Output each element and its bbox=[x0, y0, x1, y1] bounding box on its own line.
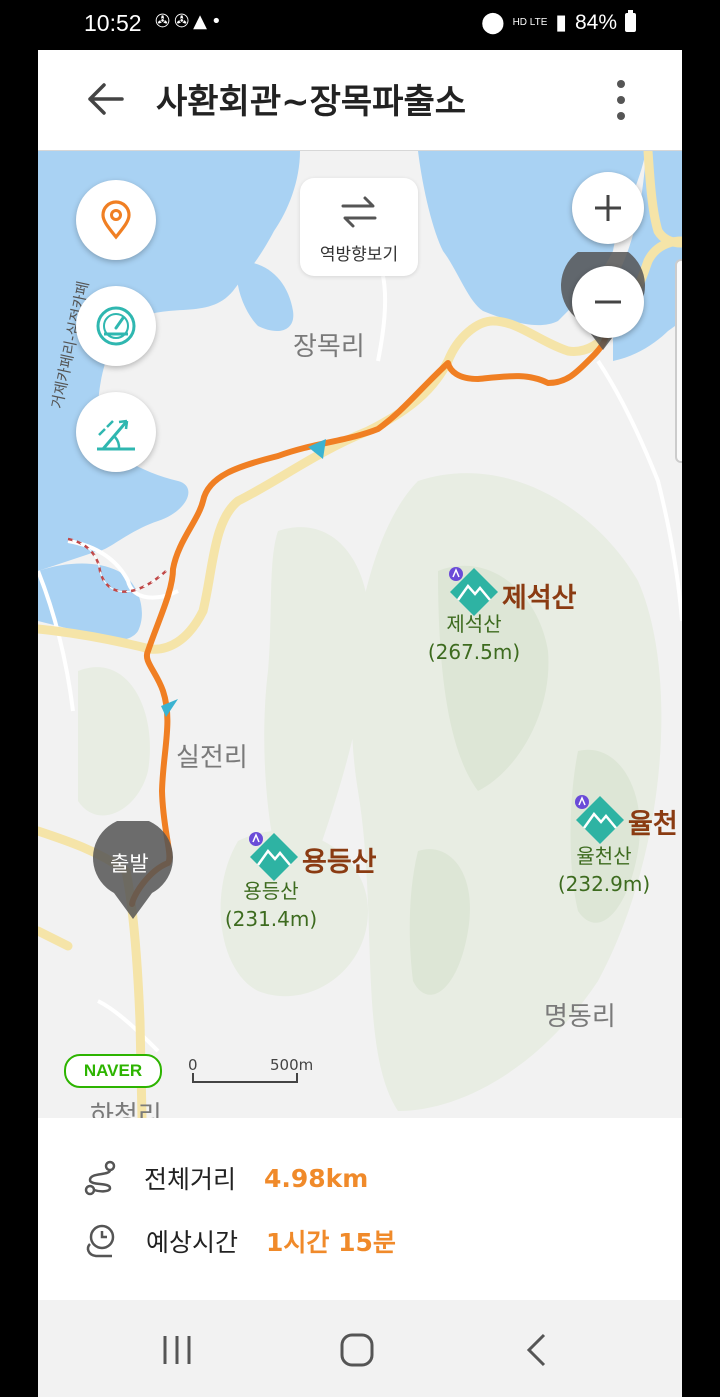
zoom-out-button[interactable] bbox=[572, 266, 644, 338]
peak-elevation: (232.9m) bbox=[557, 872, 651, 896]
signal-icon: ▮ bbox=[555, 11, 567, 34]
time-label: 예상시간 bbox=[146, 1228, 239, 1257]
my-location-button[interactable] bbox=[76, 180, 156, 260]
slope-icon bbox=[97, 419, 135, 451]
peak-sub: 용등산 (231.4m) bbox=[221, 877, 321, 933]
peak-elevation: (267.5m) bbox=[427, 640, 521, 664]
back-arrow-icon bbox=[88, 83, 124, 115]
place-hacheon: 하청리 bbox=[90, 1101, 162, 1118]
zoom-in-icon bbox=[595, 195, 621, 221]
location-pin-icon bbox=[101, 200, 131, 240]
place-myeongdong: 명동리 bbox=[544, 1002, 616, 1032]
battery-percent: 84% bbox=[574, 10, 617, 34]
slope-button[interactable] bbox=[76, 392, 156, 472]
back-nav-icon[interactable] bbox=[522, 1332, 550, 1368]
time-row: 예상시간 1시간 15분 bbox=[82, 1221, 396, 1261]
naver-logo: NAVER bbox=[64, 1054, 162, 1088]
mountain-icon bbox=[249, 832, 298, 881]
scale-bar bbox=[192, 1073, 298, 1083]
header: 사환회관~장목파출소 bbox=[38, 50, 682, 151]
distance-label: 전체거리 bbox=[144, 1165, 237, 1194]
place-siljeon: 실전리 bbox=[176, 743, 248, 773]
peak-name: 율천 bbox=[628, 809, 678, 840]
status-bar: 10:52 ✇✇▲• ⬤ HD LTE ▮ 84% bbox=[0, 0, 720, 50]
peak-elevation: (231.4m) bbox=[224, 907, 318, 931]
speedometer-icon bbox=[96, 306, 136, 346]
start-label: 출발 bbox=[110, 852, 149, 876]
network-label: HD LTE bbox=[512, 16, 548, 28]
status-right: ⬤ HD LTE ▮ 84% bbox=[481, 10, 636, 35]
status-time: 10:52 bbox=[84, 10, 142, 36]
zoom-in-button[interactable] bbox=[572, 172, 644, 244]
scale-distance: 500m bbox=[270, 1056, 314, 1074]
clock-icon bbox=[86, 1224, 115, 1258]
recent-apps-icon[interactable] bbox=[160, 1334, 194, 1366]
distance-row: 전체거리 4.98km bbox=[82, 1158, 368, 1198]
location-icon: ⬤ bbox=[481, 11, 505, 34]
system-nav-bar bbox=[38, 1300, 682, 1397]
page-title: 사환회관~장목파출소 bbox=[156, 82, 467, 122]
peak-sub: 제석산 (267.5m) bbox=[424, 610, 524, 666]
reverse-direction-label: 역방향보기 bbox=[319, 245, 399, 265]
peak-name: 용등산 bbox=[302, 847, 377, 878]
notification-icons: ✇✇▲• bbox=[155, 11, 226, 32]
peak-sub: 율천산 (232.9m) bbox=[554, 842, 654, 898]
more-vertical-icon bbox=[617, 80, 625, 120]
reverse-direction-button[interactable]: 역방향보기 bbox=[300, 178, 418, 276]
distance-value: 4.98km bbox=[264, 1163, 369, 1193]
scale-zero: 0 bbox=[188, 1056, 198, 1074]
map-view[interactable]: 거제카페리-심전카페 장목리 실전리 명동리 하청리 제석산 제석산 (267.… bbox=[38, 151, 682, 1118]
home-icon[interactable] bbox=[338, 1332, 376, 1368]
back-button[interactable] bbox=[82, 76, 130, 122]
battery-icon bbox=[625, 10, 636, 32]
mountain-icon bbox=[575, 795, 624, 844]
peak-sub-name: 용등산 bbox=[243, 879, 299, 903]
place-jangmok: 장목리 bbox=[293, 332, 365, 362]
zoom-out-icon bbox=[595, 300, 621, 304]
peak-sub-name: 율천산 bbox=[576, 844, 632, 868]
speed-button[interactable] bbox=[76, 286, 156, 366]
more-options-button[interactable] bbox=[610, 78, 632, 122]
swap-arrows-icon bbox=[341, 196, 377, 228]
app-window: 사환회관~장목파출소 거제카페리-심전카페 장목리 실전리 명동리 하청리 제석… bbox=[38, 50, 682, 1300]
route-distance-icon bbox=[84, 1160, 116, 1196]
time-value: 1시간 15분 bbox=[266, 1228, 396, 1257]
peak-sub-name: 제석산 bbox=[446, 612, 502, 636]
route-summary: 전체거리 4.98km 예상시간 1시간 15분 bbox=[38, 1118, 682, 1296]
map-scroll-handle[interactable] bbox=[675, 259, 682, 463]
